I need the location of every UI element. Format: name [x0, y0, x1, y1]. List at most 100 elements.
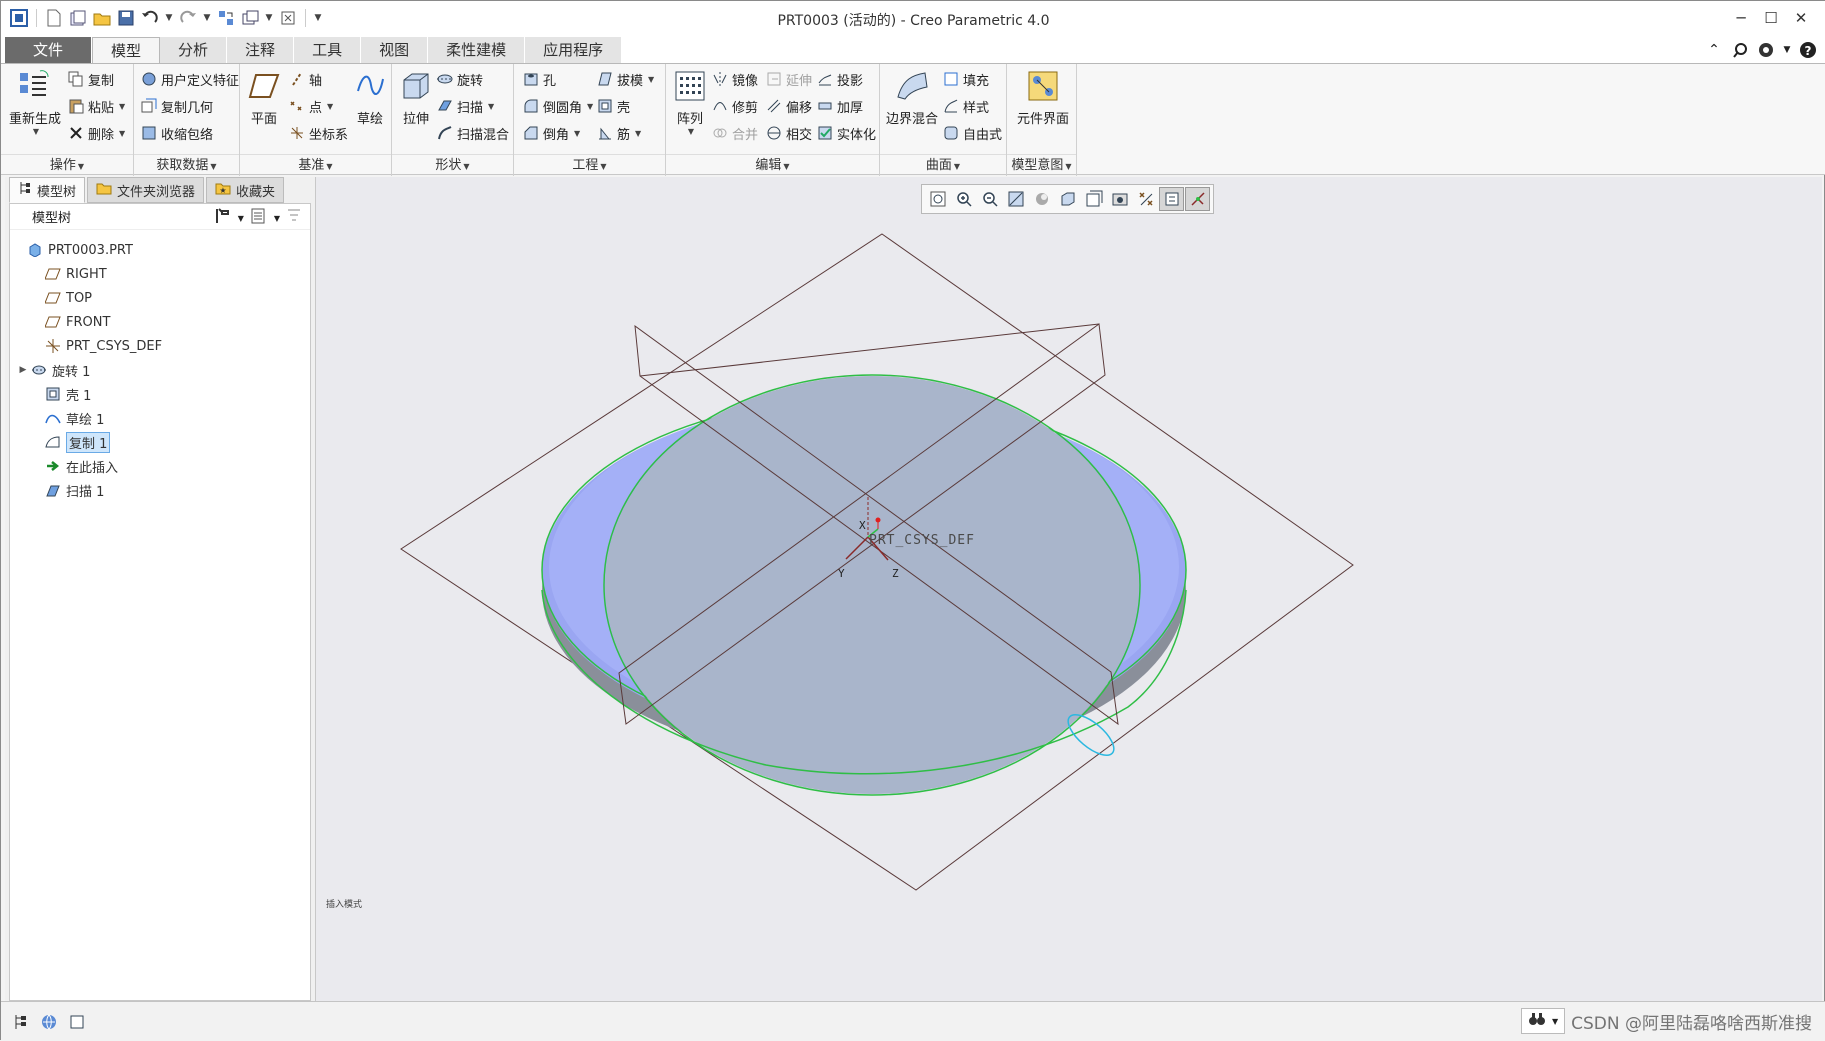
tree-settings-dropdown-icon[interactable]: ▼	[238, 214, 244, 223]
refit-icon[interactable]	[925, 187, 950, 211]
tab-file[interactable]: 文件	[5, 37, 93, 63]
copy-geometry-button[interactable]: 复制几何	[140, 95, 213, 117]
solidify-button[interactable]: 实体化	[816, 122, 876, 144]
community-icon[interactable]	[1756, 40, 1776, 60]
tree-item-insert-here[interactable]: 在此插入	[10, 454, 310, 478]
tree-item-top[interactable]: TOP	[10, 286, 310, 310]
freestyle-button[interactable]: 自由式	[942, 122, 1002, 144]
tree-item-sketch[interactable]: 草绘 1	[10, 406, 310, 430]
extrude-button[interactable]: 拉伸	[398, 68, 434, 127]
datum-display-icon[interactable]	[1133, 187, 1158, 211]
pattern-button[interactable]: 阵列 ▼	[672, 68, 708, 136]
view-manager-icon[interactable]	[1081, 187, 1106, 211]
zoom-in-icon[interactable]	[951, 187, 976, 211]
tab-favorites[interactable]: ★ 收藏夹	[206, 177, 285, 203]
search-icon[interactable]	[1730, 40, 1750, 60]
show-browser-icon[interactable]	[39, 1012, 59, 1032]
tree-settings-icon[interactable]	[214, 207, 232, 229]
swept-blend-button[interactable]: 扫描混合	[436, 122, 509, 144]
rib-dropdown-icon[interactable]: ▼	[635, 129, 641, 138]
tab-applications[interactable]: 应用程序	[525, 37, 623, 63]
regenerate-dropdown-icon[interactable]: ▼	[33, 127, 39, 136]
thicken-button[interactable]: 加厚	[816, 95, 863, 117]
spin-center-icon[interactable]	[1185, 187, 1210, 211]
tree-item-part[interactable]: PRT0003.PRT	[10, 238, 310, 262]
tree-item-csys[interactable]: PRT_CSYS_DEF	[10, 334, 310, 358]
round-button[interactable]: 倒圆角 ▼	[522, 95, 593, 117]
tree-item-revolve[interactable]: ▶ 旋转 1	[10, 358, 310, 382]
group-model-intent-footer[interactable]: 模型意图 ▼	[1007, 154, 1076, 176]
revolve-button[interactable]: 旋转	[436, 68, 483, 90]
extend-button[interactable]: 延伸	[765, 68, 812, 90]
tab-flexible-modeling[interactable]: 柔性建模	[428, 37, 526, 63]
group-datum-footer[interactable]: 基准 ▼	[240, 154, 391, 176]
tree-filter-icon[interactable]	[286, 207, 304, 229]
paste-button[interactable]: 粘贴 ▼	[67, 95, 125, 117]
sketch-button[interactable]: 草绘	[352, 68, 388, 127]
tab-annotate[interactable]: 注释	[227, 37, 295, 63]
delete-dropdown-icon[interactable]: ▼	[119, 129, 125, 138]
collapse-ribbon-icon[interactable]: ⌃	[1704, 40, 1724, 60]
display-style-icon[interactable]	[1029, 187, 1054, 211]
community-dropdown-icon[interactable]: ▼	[1782, 40, 1792, 60]
boundary-blend-button[interactable]: 边界混合	[886, 68, 938, 127]
style-button[interactable]: 样式	[942, 95, 989, 117]
udf-button[interactable]: 用户定义特征	[140, 68, 239, 90]
tab-view[interactable]: 视图	[361, 37, 429, 63]
selection-filter[interactable]: ▼	[1520, 1008, 1566, 1034]
tree-item-sweep[interactable]: 扫描 1	[10, 478, 310, 502]
draft-button[interactable]: 拔模 ▼	[596, 68, 654, 90]
group-shapes-footer[interactable]: 形状 ▼	[392, 154, 513, 176]
csys-button[interactable]: 坐标系	[288, 122, 348, 144]
intersect-button[interactable]: 相交	[765, 122, 812, 144]
zoom-out-icon[interactable]	[977, 187, 1002, 211]
sweep-button[interactable]: 扫描 ▼	[436, 95, 494, 117]
plane-button[interactable]: 平面	[246, 68, 282, 127]
project-button[interactable]: 投影	[816, 68, 863, 90]
point-dropdown-icon[interactable]: ▼	[327, 102, 333, 111]
sweep-dropdown-icon[interactable]: ▼	[488, 102, 494, 111]
tree-columns-icon[interactable]	[250, 207, 268, 229]
fill-button[interactable]: 填充	[942, 68, 989, 90]
chamfer-dropdown-icon[interactable]: ▼	[574, 129, 580, 138]
delete-button[interactable]: 删除 ▼	[67, 122, 125, 144]
full-screen-icon[interactable]	[67, 1012, 87, 1032]
rib-button[interactable]: 筋 ▼	[596, 122, 641, 144]
perspective-icon[interactable]	[1107, 187, 1132, 211]
group-editing-footer[interactable]: 编辑 ▼	[666, 154, 879, 176]
round-dropdown-icon[interactable]: ▼	[587, 102, 593, 111]
tab-analysis[interactable]: 分析	[160, 37, 228, 63]
regenerate-button[interactable]: 重新生成 ▼	[9, 68, 61, 136]
axis-button[interactable]: 轴	[288, 68, 322, 90]
tree-item-front[interactable]: FRONT	[10, 310, 310, 334]
minimize-icon[interactable]: ─	[1726, 7, 1756, 29]
repaint-icon[interactable]	[1003, 187, 1028, 211]
saved-views-icon[interactable]	[1055, 187, 1080, 211]
expand-arrow-icon[interactable]: ▶	[16, 365, 30, 375]
group-operations-footer[interactable]: 操作 ▼	[1, 154, 133, 176]
tree-columns-dropdown-icon[interactable]: ▼	[274, 214, 280, 223]
tab-tools[interactable]: 工具	[294, 37, 362, 63]
chamfer-button[interactable]: 倒角 ▼	[522, 122, 580, 144]
trim-button[interactable]: 修剪	[711, 95, 758, 117]
copy-button[interactable]: 复制	[67, 68, 114, 90]
component-interface-button[interactable]: 元件界面	[1017, 68, 1069, 127]
tab-model-tree[interactable]: 模型树	[9, 177, 86, 203]
pattern-dropdown-icon[interactable]: ▼	[688, 127, 694, 136]
hole-button[interactable]: 孔	[522, 68, 556, 90]
draft-dropdown-icon[interactable]: ▼	[648, 75, 654, 84]
offset-button[interactable]: 偏移	[765, 95, 812, 117]
tree-item-copy[interactable]: 复制 1	[10, 430, 310, 454]
tree-item-shell[interactable]: 壳 1	[10, 382, 310, 406]
maximize-icon[interactable]: ☐	[1756, 7, 1786, 29]
paste-dropdown-icon[interactable]: ▼	[119, 102, 125, 111]
help-icon[interactable]: ?	[1798, 40, 1818, 60]
group-surfaces-footer[interactable]: 曲面 ▼	[880, 154, 1006, 176]
graphics-window[interactable]: X Y Z PRT_CSYS_DEF 插入模式	[315, 177, 1822, 1001]
shrinkwrap-button[interactable]: 收缩包络	[140, 122, 213, 144]
point-button[interactable]: 点 ▼	[288, 95, 333, 117]
group-get-data-footer[interactable]: 获取数据 ▼	[134, 154, 239, 176]
tab-folder-browser[interactable]: 文件夹浏览器	[87, 177, 205, 203]
mirror-button[interactable]: 镜像	[711, 68, 758, 90]
filter-dropdown-icon[interactable]: ▼	[1552, 1017, 1558, 1026]
